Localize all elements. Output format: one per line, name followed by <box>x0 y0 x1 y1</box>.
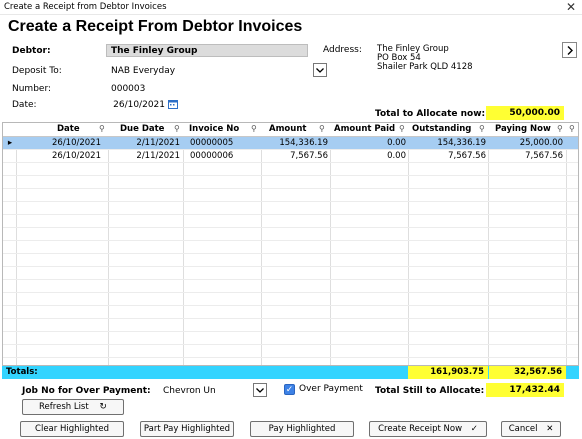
column-header-amount[interactable]: Amount <box>269 124 306 134</box>
cancel-label: Cancel <box>508 424 538 434</box>
grid-header: Date ⚲ Due Date ⚲ Invoice No ⚲ Amount ⚲ … <box>3 123 578 137</box>
address-next-button[interactable] <box>562 42 577 58</box>
totals-paying-now: 32,567.56 <box>514 367 562 377</box>
still-allocate-value: 17,432.44 <box>486 383 564 397</box>
search-icon[interactable]: ⚲ <box>557 124 563 133</box>
cell-invoice-no: 00000006 <box>190 151 234 161</box>
over-payment-checkbox[interactable]: ✓ <box>284 384 295 395</box>
cell-amount: 7,567.56 <box>290 151 328 161</box>
cell-paying-now[interactable]: 25,000.00 <box>520 138 563 148</box>
totals-label: Totals: <box>6 367 38 377</box>
cancel-button[interactable]: Cancel ✕ <box>501 421 561 437</box>
grid-row-line <box>3 331 578 332</box>
grid-row-line <box>3 227 578 228</box>
grid-row-line <box>3 162 578 163</box>
search-icon[interactable]: ⚲ <box>174 124 180 133</box>
job-select[interactable]: Chevron Un <box>158 384 250 397</box>
deposit-dropdown-icon[interactable] <box>313 63 327 77</box>
job-dropdown-icon[interactable] <box>253 383 267 397</box>
column-header-invoice-no[interactable]: Invoice No <box>189 124 239 134</box>
column-header-due-date[interactable]: Due Date <box>120 124 164 134</box>
cell-amount-paid: 0.00 <box>387 138 406 148</box>
number-label: Number: <box>12 84 52 94</box>
window-titlebar: Create a Receipt from Debtor Invoices ✕ <box>0 0 582 15</box>
grid-row-line <box>3 305 578 306</box>
close-icon[interactable]: ✕ <box>566 0 576 14</box>
clear-highlighted-button[interactable]: Clear Highlighted <box>20 421 124 437</box>
grid-row-line <box>3 175 578 176</box>
cell-date: 26/10/2021 <box>52 138 101 148</box>
cell-invoice-no: 00000005 <box>190 138 234 148</box>
grid-row-line <box>3 292 578 293</box>
grid-row-line <box>3 344 578 345</box>
search-icon[interactable]: ⚲ <box>319 124 325 133</box>
cell-outstanding: 7,567.56 <box>448 151 486 161</box>
search-icon[interactable]: ⚲ <box>251 124 257 133</box>
number-field[interactable]: 000003 <box>106 82 196 95</box>
address-line: Shailer Park QLD 4128 <box>377 62 473 72</box>
row-indicator-icon: ▸ <box>7 138 13 148</box>
cell-amount-paid: 0.00 <box>387 151 406 161</box>
cell-paying-now[interactable]: 7,567.56 <box>525 151 563 161</box>
totals-outstanding: 161,903.75 <box>430 367 484 377</box>
job-label: Job No for Over Payment: <box>22 386 151 396</box>
grid-row-line <box>3 266 578 267</box>
refresh-list-label: Refresh List <box>39 402 89 412</box>
grid-row-line <box>3 201 578 202</box>
grid-row-line <box>3 240 578 241</box>
pay-highlighted-button[interactable]: Pay Highlighted <box>250 421 354 437</box>
totals-bar: Totals: 161,903.75 32,567.56 <box>2 366 579 379</box>
debtor-field[interactable]: The Finley Group <box>106 44 308 57</box>
cell-due-date: 2/11/2021 <box>136 151 180 161</box>
grid-row-line <box>3 214 578 215</box>
column-chooser-icon[interactable]: ⚲ <box>569 124 575 133</box>
cell-amount: 154,336.19 <box>279 138 328 148</box>
still-allocate-label: Total Still to Allocate: <box>375 386 485 396</box>
table-row[interactable]: ▸ 26/10/2021 2/11/2021 00000005 154,336.… <box>3 137 578 149</box>
refresh-list-button[interactable]: Refresh List ↻ <box>22 399 124 415</box>
column-header-paying-now[interactable]: Paying Now <box>495 124 551 134</box>
invoice-grid[interactable]: Date ⚲ Due Date ⚲ Invoice No ⚲ Amount ⚲ … <box>2 122 579 366</box>
deposit-label: Deposit To: <box>12 66 62 76</box>
total-allocate-value: 50,000.00 <box>486 106 564 120</box>
column-header-outstanding[interactable]: Outstanding <box>412 124 471 134</box>
grid-row-line <box>3 188 578 189</box>
total-allocate-label: Total to Allocate now: <box>375 109 486 119</box>
part-pay-highlighted-button[interactable]: Part Pay Highlighted <box>140 421 234 437</box>
search-icon[interactable]: ⚲ <box>399 124 405 133</box>
address-label: Address: <box>323 45 362 55</box>
create-receipt-button[interactable]: Create Receipt Now ✓ <box>369 421 487 437</box>
cell-date: 26/10/2021 <box>52 151 101 161</box>
deposit-select[interactable]: NAB Everyday <box>106 64 308 77</box>
grid-row-line <box>3 357 578 358</box>
column-header-amount-paid[interactable]: Amount Paid <box>334 124 395 134</box>
window-title: Create a Receipt from Debtor Invoices <box>4 2 167 12</box>
search-icon[interactable]: ⚲ <box>99 124 105 133</box>
cell-outstanding: 154,336.19 <box>437 138 486 148</box>
refresh-icon: ↻ <box>99 402 107 412</box>
debtor-label: Debtor: <box>12 46 51 56</box>
cell-due-date: 2/11/2021 <box>136 138 180 148</box>
close-icon: ✕ <box>546 424 554 434</box>
date-label: Date: <box>12 100 37 110</box>
calendar-icon[interactable] <box>168 99 178 112</box>
grid-row-line <box>3 253 578 254</box>
column-header-date[interactable]: Date <box>57 124 80 134</box>
search-icon[interactable]: ⚲ <box>479 124 485 133</box>
page-title: Create a Receipt From Debtor Invoices <box>8 18 303 35</box>
grid-row-line <box>3 279 578 280</box>
create-receipt-label: Create Receipt Now <box>378 424 463 434</box>
checkmark-icon: ✓ <box>470 424 478 434</box>
over-payment-label: Over Payment <box>299 384 363 394</box>
table-row[interactable]: 26/10/2021 2/11/2021 00000006 7,567.56 0… <box>3 150 578 162</box>
address-block: The Finley Group PO Box 54 Shailer Park … <box>377 45 473 72</box>
grid-row-line <box>3 318 578 319</box>
